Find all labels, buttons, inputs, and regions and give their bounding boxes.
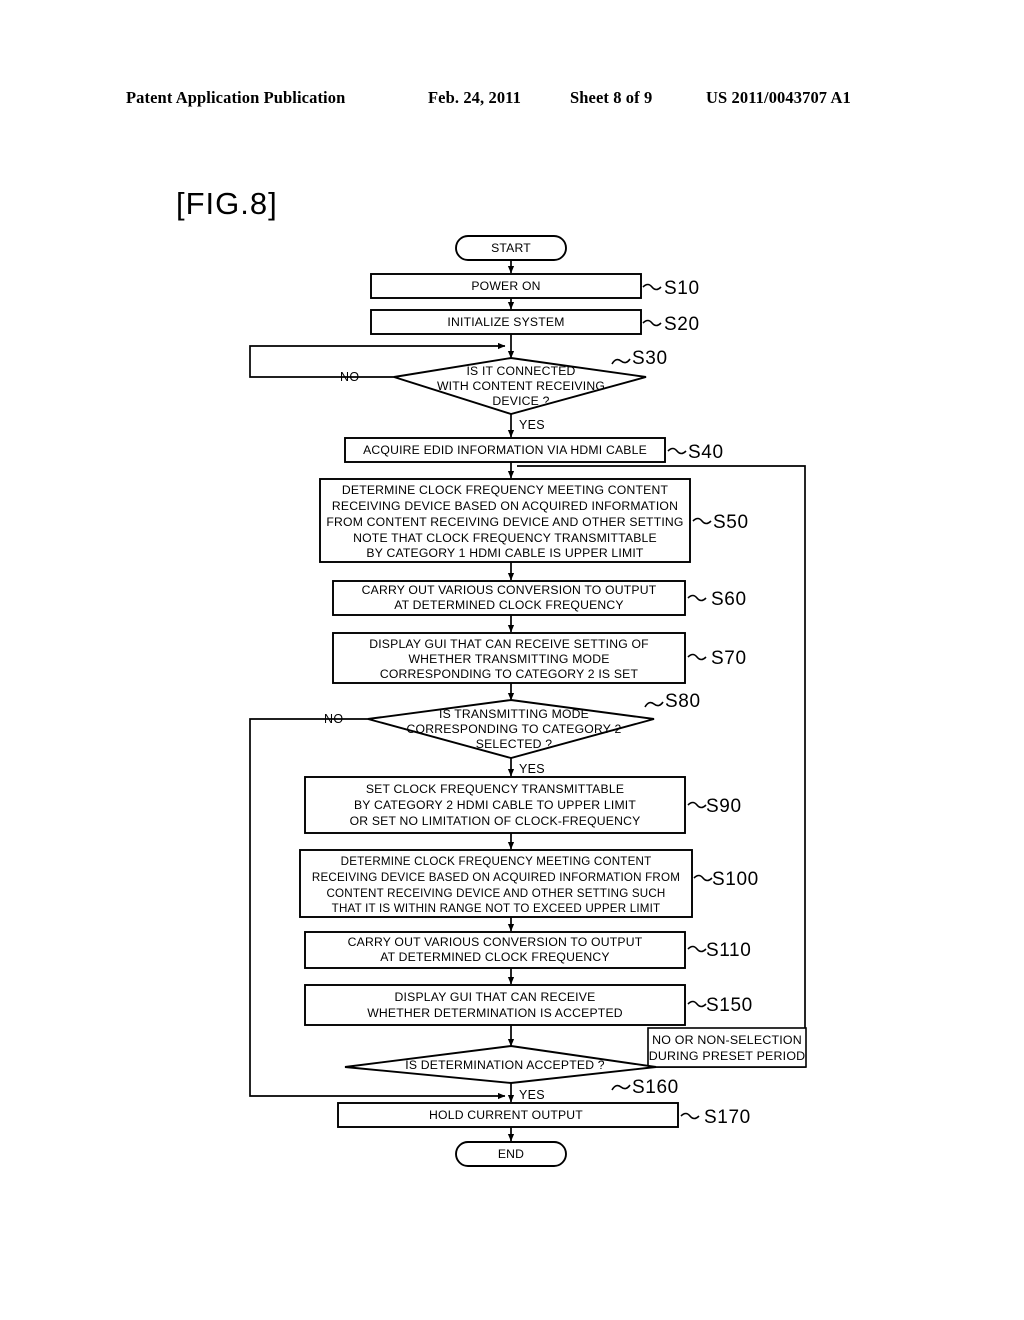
node-s110: CARRY OUT VARIOUS CONVERSION TO OUTPUT A… xyxy=(304,931,751,969)
node-s70-line-2: WHETHER TRANSMITTING MODE xyxy=(408,652,609,666)
node-s100-line-1: DETERMINE CLOCK FREQUENCY MEETING CONTEN… xyxy=(341,855,652,868)
edge-label-s160-yes: YES xyxy=(519,1088,545,1102)
node-s50: DETERMINE CLOCK FREQUENCY MEETING CONTEN… xyxy=(319,478,749,563)
step-label-s10: S10 xyxy=(664,278,700,299)
flowchart-diagram: START POWER ON S10 INITIALIZE SYSTEM S20… xyxy=(249,235,807,1167)
node-s30: IS IT CONNECTED WITH CONTENT RECEIVING D… xyxy=(340,348,668,432)
edge-label-s30-no: NO xyxy=(340,370,359,384)
node-s110-line-1: CARRY OUT VARIOUS CONVERSION TO OUTPUT xyxy=(348,935,643,949)
node-s110-line-2: AT DETERMINED CLOCK FREQUENCY xyxy=(380,950,610,964)
annotation-s160-no: NO OR NON-SELECTION DURING PRESET PERIOD xyxy=(647,1027,807,1068)
node-s20-label: INITIALIZE SYSTEM xyxy=(447,315,564,329)
node-s50-line-2: RECEIVING DEVICE BASED ON ACQUIRED INFOR… xyxy=(332,499,678,513)
node-s40: ACQUIRE EDID INFORMATION VIA HDMI CABLE … xyxy=(344,437,724,463)
node-s90-line-3: OR SET NO LIMITATION OF CLOCK-FREQUENCY xyxy=(350,814,641,828)
annotation-s160-no-line-2: DURING PRESET PERIOD xyxy=(649,1049,806,1063)
node-s30-line-1: IS IT CONNECTED xyxy=(466,364,575,378)
step-label-s170: S170 xyxy=(704,1107,751,1128)
step-label-s70: S70 xyxy=(711,648,747,669)
step-label-s60: S60 xyxy=(711,589,747,610)
step-label-s20: S20 xyxy=(664,314,700,335)
node-s90-line-2: BY CATEGORY 2 HDMI CABLE TO UPPER LIMIT xyxy=(354,798,636,812)
node-s50-line-5: BY CATEGORY 1 HDMI CABLE IS UPPER LIMIT xyxy=(366,546,643,560)
node-s80: IS TRANSMITTING MODE CORRESPONDING TO CA… xyxy=(324,691,701,776)
node-s100-line-3: CONTENT RECEIVING DEVICE AND OTHER SETTI… xyxy=(326,887,665,900)
node-s160-label: IS DETERMINATION ACCEPTED ? xyxy=(405,1058,605,1072)
edge-label-s80-yes: YES xyxy=(519,762,545,776)
node-s100: DETERMINE CLOCK FREQUENCY MEETING CONTEN… xyxy=(299,849,759,918)
node-s10: POWER ON S10 xyxy=(370,273,700,299)
node-s70: DISPLAY GUI THAT CAN RECEIVE SETTING OF … xyxy=(332,632,747,684)
step-label-s30: S30 xyxy=(632,348,668,369)
node-s100-line-2: RECEIVING DEVICE BASED ON ACQUIRED INFOR… xyxy=(312,871,680,884)
node-s40-label: ACQUIRE EDID INFORMATION VIA HDMI CABLE xyxy=(363,443,647,457)
node-s100-line-4: THAT IT IS WITHIN RANGE NOT TO EXCEED UP… xyxy=(332,902,661,915)
node-s70-line-1: DISPLAY GUI THAT CAN RECEIVE SETTING OF xyxy=(369,637,649,651)
edge-label-s30-yes: YES xyxy=(519,418,545,432)
node-s20: INITIALIZE SYSTEM S20 xyxy=(370,309,700,335)
step-label-s150: S150 xyxy=(706,995,753,1016)
step-label-s80: S80 xyxy=(665,691,701,712)
node-s150-line-2: WHETHER DETERMINATION IS ACCEPTED xyxy=(367,1006,623,1020)
node-s30-line-2: WITH CONTENT RECEIVING xyxy=(437,379,605,393)
node-s30-line-3: DEVICE ? xyxy=(492,394,549,408)
node-s90-line-1: SET CLOCK FREQUENCY TRANSMITTABLE xyxy=(366,782,624,796)
node-s50-line-4: NOTE THAT CLOCK FREQUENCY TRANSMITTABLE xyxy=(353,531,657,545)
node-start-label: START xyxy=(491,241,531,255)
node-s90: SET CLOCK FREQUENCY TRANSMITTABLE BY CAT… xyxy=(304,776,742,834)
step-label-s90: S90 xyxy=(706,796,742,817)
edge-label-s80-no: NO xyxy=(324,712,343,726)
node-s60-line-2: AT DETERMINED CLOCK FREQUENCY xyxy=(394,598,624,612)
node-s10-label: POWER ON xyxy=(471,279,540,293)
node-s50-line-3: FROM CONTENT RECEIVING DEVICE AND OTHER … xyxy=(326,515,683,529)
node-s60: CARRY OUT VARIOUS CONVERSION TO OUTPUT A… xyxy=(332,580,747,616)
node-start: START xyxy=(455,235,567,261)
node-s150: DISPLAY GUI THAT CAN RECEIVE WHETHER DET… xyxy=(304,984,753,1026)
step-label-s160: S160 xyxy=(632,1077,679,1098)
step-label-s110: S110 xyxy=(706,940,751,961)
node-s170-label: HOLD CURRENT OUTPUT xyxy=(429,1108,583,1122)
node-s80-line-3: SELECTED ? xyxy=(476,737,553,751)
node-s80-line-2: CORRESPONDING TO CATEGORY 2 xyxy=(407,722,622,736)
node-s170: HOLD CURRENT OUTPUT S170 xyxy=(337,1102,751,1128)
step-label-s40: S40 xyxy=(688,442,724,463)
node-s70-line-3: CORRESPONDING TO CATEGORY 2 IS SET xyxy=(380,667,639,681)
patent-page: Patent Application Publication Feb. 24, … xyxy=(0,0,1024,1320)
node-s160: IS DETERMINATION ACCEPTED ? S160 YES xyxy=(344,1045,679,1102)
node-s60-line-1: CARRY OUT VARIOUS CONVERSION TO OUTPUT xyxy=(362,583,657,597)
node-s50-line-1: DETERMINE CLOCK FREQUENCY MEETING CONTEN… xyxy=(342,483,669,497)
step-label-s100: S100 xyxy=(712,869,759,890)
node-s80-line-1: IS TRANSMITTING MODE xyxy=(439,707,589,721)
node-end-label: END xyxy=(498,1147,524,1161)
node-s150-line-1: DISPLAY GUI THAT CAN RECEIVE xyxy=(395,990,596,1004)
node-end: END xyxy=(455,1141,567,1167)
annotation-s160-no-line-1: NO OR NON-SELECTION xyxy=(652,1033,802,1047)
step-label-s50: S50 xyxy=(713,512,749,533)
